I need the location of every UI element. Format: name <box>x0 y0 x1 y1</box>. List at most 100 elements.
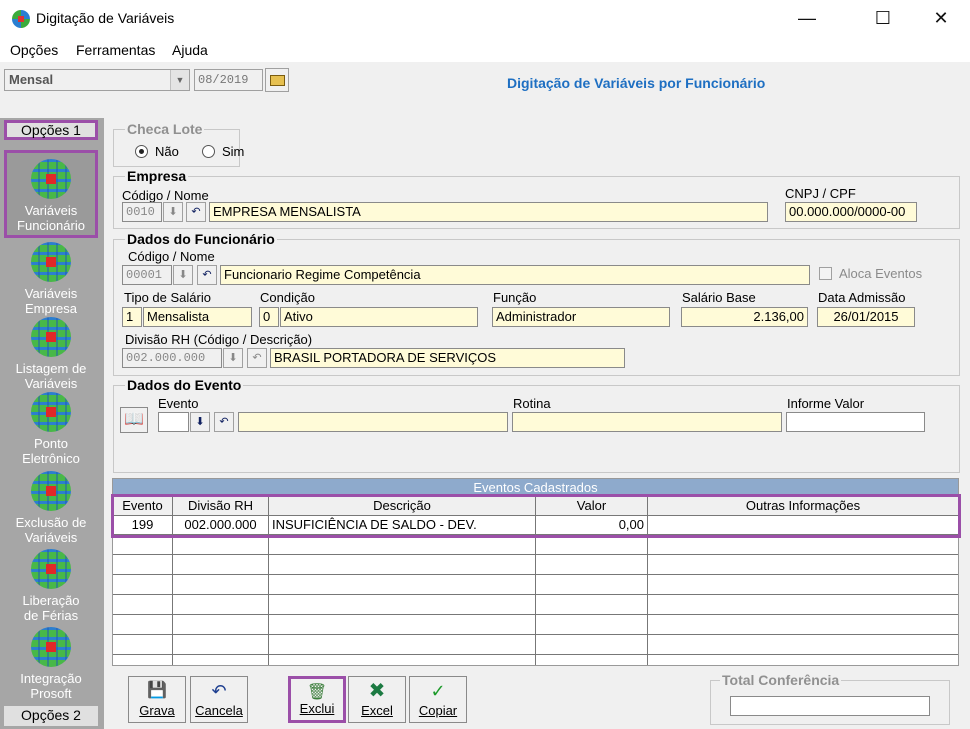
app-logo-icon <box>12 10 30 28</box>
funcionario-nome-field: Funcionario Regime Competência <box>220 265 810 285</box>
download-arrow-icon[interactable]: ⬇ <box>173 265 193 285</box>
competencia-date-input[interactable]: 08/2019 <box>194 69 263 91</box>
close-button[interactable]: ✕ <box>918 4 964 34</box>
undo-arrow-icon[interactable]: ↶ <box>247 348 267 368</box>
page-title: Digitação de Variáveis por Funcionário <box>507 75 766 91</box>
sidebar-item-variaveis-empresa[interactable]: Variáveis Empresa <box>4 238 98 316</box>
radio-nao[interactable] <box>135 145 148 158</box>
funcao-field: Administrador <box>492 307 670 327</box>
maximize-button[interactable]: ☐ <box>860 4 906 34</box>
menu-ferramentas[interactable]: Ferramentas <box>76 42 155 58</box>
total-conferencia-title: Total Conferência <box>720 672 842 688</box>
sidebar-item-exclusao-variaveis[interactable]: Exclusão de Variáveis <box>4 467 98 545</box>
salario-base-field: 2.136,00 <box>681 307 808 327</box>
evento-descricao-field <box>238 412 508 432</box>
funcionario-codigo-label: Código / Nome <box>128 249 215 264</box>
divisao-rh-code-input[interactable]: 002.000.000 <box>122 348 222 368</box>
download-arrow-icon[interactable]: ⬇ <box>163 202 183 222</box>
sidebar-item-label: Listagem de <box>15 361 87 376</box>
globe-icon <box>31 471 71 511</box>
menu-opcoes[interactable]: Opções <box>10 42 58 58</box>
salario-base-label: Salário Base <box>682 290 756 305</box>
undo-arrow-icon[interactable]: ↶ <box>214 412 234 432</box>
minimize-button[interactable]: — <box>784 4 830 34</box>
excel-icon: ✖ <box>368 680 386 702</box>
open-folder-button[interactable] <box>265 68 289 92</box>
menu-ajuda[interactable]: Ajuda <box>172 42 208 58</box>
evento-input[interactable] <box>158 412 189 432</box>
globe-icon <box>31 159 71 199</box>
cancela-label: Cancela <box>195 703 243 718</box>
informe-valor-label: Informe Valor <box>787 396 865 411</box>
rotina-label: Rotina <box>513 396 551 411</box>
sidebar-item-integracao-prosoft[interactable]: Integração Prosoft <box>4 623 98 703</box>
sidebar-item-label: Ponto <box>34 436 68 451</box>
radio-sim[interactable] <box>202 145 215 158</box>
radio-nao-label: Não <box>155 144 179 159</box>
exclui-label: Exclui <box>299 701 335 716</box>
evento-label: Evento <box>158 396 199 411</box>
cancela-button[interactable]: ↶ Cancela <box>190 676 248 723</box>
condicao-code: 0 <box>259 307 279 327</box>
evento-title: Dados do Evento <box>125 377 244 393</box>
divisao-rh-label: Divisão RH (Código / Descrição) <box>125 332 313 347</box>
aloca-eventos-label: Aloca Eventos <box>839 266 923 281</box>
data-admissao-label: Data Admissão <box>818 290 906 305</box>
grava-label: Grava <box>139 703 175 718</box>
sidebar-item-ponto-eletronico[interactable]: Ponto Eletrônico <box>4 388 98 466</box>
save-icon: 💾 <box>147 682 167 699</box>
sidebar-item-label: Variáveis <box>24 286 78 301</box>
globe-icon <box>31 242 71 282</box>
tipo-salario-code: 1 <box>122 307 142 327</box>
condicao-label: Condição <box>260 290 315 305</box>
empty-grid-rows <box>113 535 958 665</box>
download-arrow-icon[interactable]: ⬇ <box>223 348 243 368</box>
book-icon[interactable]: 📖 <box>120 407 148 433</box>
chevron-down-icon[interactable]: ▼ <box>170 70 189 90</box>
sidebar-item-label: Prosoft <box>30 686 72 701</box>
copiar-button[interactable]: ✓ Copiar <box>409 676 467 723</box>
sidebar-item-liberacao-ferias[interactable]: Liberação de Férias <box>4 545 98 623</box>
excel-button[interactable]: ✖ Excel <box>348 676 406 723</box>
excel-label: Excel <box>361 703 393 718</box>
folder-icon <box>270 75 285 86</box>
globe-icon <box>31 627 71 667</box>
download-arrow-icon[interactable]: ⬇ <box>190 412 210 432</box>
sidebar-item-listagem-variaveis[interactable]: Listagem de Variáveis <box>4 313 98 391</box>
sidebar-item-variaveis-funcionario[interactable]: Variáveis Funcionário <box>4 150 98 238</box>
empresa-codigo-label: Código / Nome <box>122 188 209 203</box>
grid-highlight <box>111 494 961 538</box>
globe-icon <box>31 392 71 432</box>
informe-valor-input[interactable] <box>786 412 925 432</box>
undo-arrow-icon[interactable]: ↶ <box>186 202 206 222</box>
total-conferencia-field <box>730 696 930 716</box>
exclui-button[interactable]: 🗑 Exclui <box>288 676 346 723</box>
rotina-field <box>512 412 782 432</box>
sidebar-tab-opcoes-2[interactable]: Opções 2 <box>4 706 98 726</box>
tipo-salario-label: Tipo de Salário <box>124 290 211 305</box>
radio-sim-label: Sim <box>222 144 245 159</box>
checa-lote-title: Checa Lote <box>125 121 205 137</box>
sidebar-item-label: Eletrônico <box>22 451 80 466</box>
cnpj-label: CNPJ / CPF <box>785 186 856 201</box>
trash-icon: 🗑 <box>306 684 328 701</box>
globe-icon <box>31 317 71 357</box>
tipo-salario-field: Mensalista <box>143 307 252 327</box>
undo-arrow-icon[interactable]: ↶ <box>197 265 217 285</box>
window-title: Digitação de Variáveis <box>36 10 175 26</box>
sidebar-item-label: Variáveis <box>24 203 78 218</box>
aloca-eventos-checkbox[interactable] <box>819 267 832 280</box>
funcionario-codigo-input[interactable]: 00001 <box>122 265 172 285</box>
empresa-codigo-input[interactable]: 0010 <box>122 202 162 222</box>
sidebar-tab-opcoes-1[interactable]: Opções 1 <box>4 120 98 140</box>
sidebar-item-label: de Férias <box>23 608 79 623</box>
empresa-nome-field: EMPRESA MENSALISTA <box>209 202 768 222</box>
funcao-label: Função <box>493 290 537 305</box>
period-select[interactable]: Mensal <box>4 69 190 91</box>
globe-icon <box>31 549 71 589</box>
sidebar-item-label: Liberação <box>22 593 80 608</box>
grava-button[interactable]: 💾 Grava <box>128 676 186 723</box>
sidebar-item-label: Variáveis <box>24 530 78 545</box>
copiar-label: Copiar <box>418 703 458 718</box>
condicao-field: Ativo <box>280 307 478 327</box>
